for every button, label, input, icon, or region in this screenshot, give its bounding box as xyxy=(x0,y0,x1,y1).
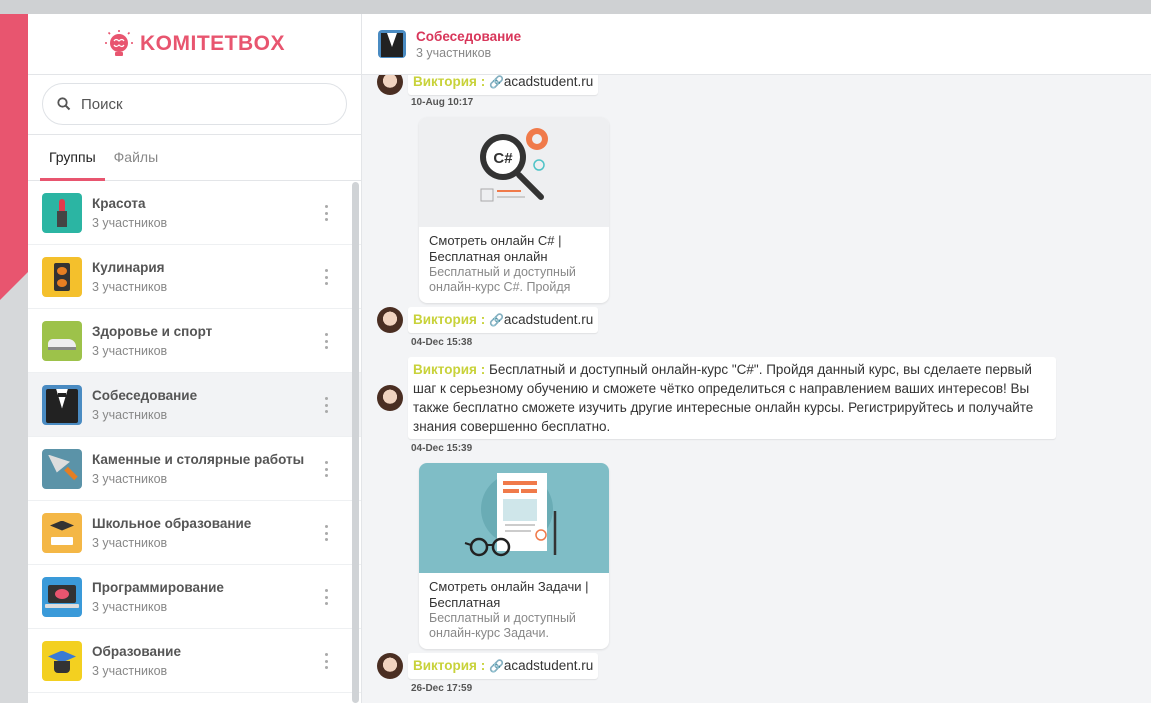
sender-name: Виктория xyxy=(413,75,477,89)
group-name: Кулинария xyxy=(92,259,165,275)
chat-panel: Собеседование 3 участников Виктория : 🔗a… xyxy=(362,14,1151,703)
graduation-cap-icon xyxy=(42,512,82,553)
chat-header: Собеседование 3 участников xyxy=(362,14,1151,75)
more-icon[interactable] xyxy=(321,459,331,479)
message-bubble: Виктория : 🔗acadstudent.ru xyxy=(408,307,599,333)
sidebar-scrollbar[interactable] xyxy=(352,182,359,703)
group-item-cooking[interactable]: Кулинария 3 участников xyxy=(28,245,361,309)
search-input[interactable] xyxy=(81,95,301,113)
preview-title: Смотреть онлайн C# | Бесплатная онлайн xyxy=(429,233,562,264)
more-icon[interactable] xyxy=(321,267,331,287)
more-icon[interactable] xyxy=(321,587,331,607)
sidebar-tabs: Группы Файлы xyxy=(28,135,361,181)
group-members: 3 участников xyxy=(92,407,168,422)
stove-icon xyxy=(42,256,82,297)
group-name: Здоровье и спорт xyxy=(92,323,213,339)
link-preview-card[interactable]: C# Смотреть онлайн C# | Бесплатная онлай… xyxy=(419,117,609,303)
link-icon: 🔗 xyxy=(488,313,504,327)
avatar[interactable] xyxy=(377,307,403,333)
chat-title: Собеседование xyxy=(416,28,522,44)
group-members: 3 участников xyxy=(92,215,168,230)
tab-groups[interactable]: Группы xyxy=(40,135,105,181)
svg-text:C#: C# xyxy=(493,150,513,167)
preview-image: C# xyxy=(419,117,609,227)
group-members: 3 участников xyxy=(92,279,168,294)
group-name: Красота xyxy=(92,195,146,211)
more-icon[interactable] xyxy=(321,523,331,543)
search-bar xyxy=(28,75,361,135)
message-link[interactable]: acadstudent.ru xyxy=(504,658,593,673)
avatar[interactable] xyxy=(377,385,403,411)
csharp-magnifier-icon: C# xyxy=(480,128,548,202)
avatar[interactable] xyxy=(377,653,403,679)
group-name: Образование xyxy=(92,643,181,659)
group-item-interview[interactable]: Собеседование 3 участников xyxy=(28,373,361,437)
group-item-beauty[interactable]: Красота 3 участников xyxy=(28,181,361,245)
more-icon[interactable] xyxy=(321,651,331,671)
sender-name: Виктория xyxy=(413,312,477,327)
link-icon: 🔗 xyxy=(488,75,504,89)
search-icon xyxy=(57,97,71,111)
more-icon[interactable] xyxy=(321,203,331,223)
group-name: Каменные и столярные работы xyxy=(92,451,305,467)
tuxedo-icon xyxy=(378,30,406,58)
group-item-masonry-carpentry[interactable]: Каменные и столярные работы 3 участников xyxy=(28,437,361,501)
background-strip xyxy=(0,0,1151,14)
avatar[interactable] xyxy=(377,75,403,95)
link-icon: 🔗 xyxy=(488,659,504,673)
group-item-school[interactable]: Школьное образование 3 участников xyxy=(28,501,361,565)
sidebar: KOMITETBOX Группы Файлы xyxy=(28,14,362,703)
group-item-programming[interactable]: Программирование 3 участников xyxy=(28,565,361,629)
more-icon[interactable] xyxy=(321,331,331,351)
group-members: 3 участников xyxy=(92,343,168,358)
message-link[interactable]: acadstudent.ru xyxy=(504,312,593,327)
brain-bulb-icon xyxy=(105,30,133,56)
preview-title: Смотреть онлайн Задачи | Бесплатная xyxy=(429,579,589,610)
message-bubble: Виктория : Бесплатный и доступный онлайн… xyxy=(408,357,1056,439)
preview-image xyxy=(419,463,609,573)
group-members: 3 участников xyxy=(92,471,168,486)
logo[interactable]: KOMITETBOX xyxy=(28,14,361,75)
message-list: Виктория : 🔗acadstudent.ru 10-Aug 10:17 … xyxy=(362,75,1151,703)
group-members: 3 участников xyxy=(92,599,168,614)
tab-files[interactable]: Файлы xyxy=(105,135,167,180)
sender-name: Виктория xyxy=(413,658,477,673)
group-members: 3 участников xyxy=(92,663,168,678)
group-item-education[interactable]: Образование 3 участников xyxy=(28,629,361,693)
app-window: KOMITETBOX Группы Файлы xyxy=(28,14,1151,703)
trowel-icon xyxy=(42,448,82,489)
group-list: Красота 3 участников Кулинария 3 участни… xyxy=(28,181,361,703)
group-name: Школьное образование xyxy=(92,515,252,531)
group-members: 3 участников xyxy=(92,535,168,550)
preview-description: Бесплатный и доступный онлайн-курс Задач… xyxy=(429,611,576,640)
message-time: 04-Dec 15:39 xyxy=(411,443,473,454)
message-bubble: Виктория : 🔗acadstudent.ru xyxy=(408,653,599,679)
laptop-icon xyxy=(42,576,82,617)
group-item-health-sport[interactable]: Здоровье и спорт 3 участников xyxy=(28,309,361,373)
search-box[interactable] xyxy=(42,83,347,125)
mortarboard-icon xyxy=(42,640,82,681)
message-text: Бесплатный и доступный онлайн-курс "C#".… xyxy=(413,362,1034,434)
sneaker-icon xyxy=(42,320,82,361)
document-glasses-icon xyxy=(464,473,557,557)
message-time: 10-Aug 10:17 xyxy=(411,97,474,108)
more-icon[interactable] xyxy=(321,395,331,415)
sender-name: Виктория xyxy=(413,362,477,377)
message-time: 26-Dec 17:59 xyxy=(411,683,473,694)
lipstick-icon xyxy=(42,192,82,233)
logo-text: KOMITETBOX xyxy=(140,32,285,55)
link-preview-card[interactable]: Смотреть онлайн Задачи | Бесплатная Бесп… xyxy=(419,463,609,649)
message-link[interactable]: acadstudent.ru xyxy=(504,75,593,89)
tuxedo-icon xyxy=(42,384,82,425)
group-name: Программирование xyxy=(92,579,224,595)
message-bubble: Виктория : 🔗acadstudent.ru xyxy=(408,75,599,95)
chat-members: 3 участников xyxy=(416,45,492,60)
message-time: 04-Dec 15:38 xyxy=(411,337,473,348)
preview-description: Бесплатный и доступный онлайн-курс C#. П… xyxy=(429,265,576,294)
group-name: Собеседование xyxy=(92,387,198,403)
